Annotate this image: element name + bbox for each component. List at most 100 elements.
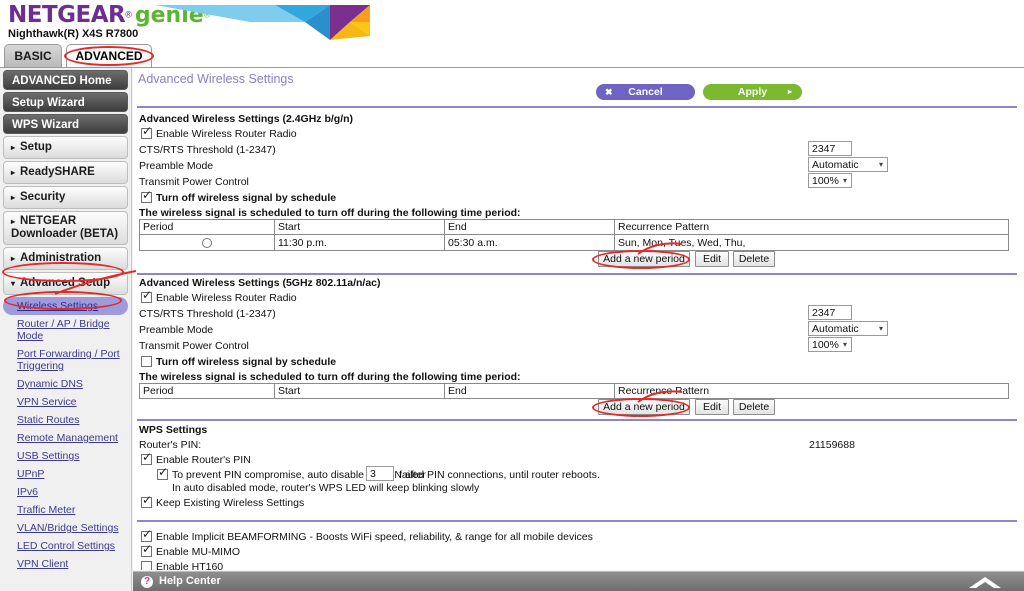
band24-period-radio[interactable] (202, 238, 212, 248)
chevron-right-icon: ▸ (11, 168, 16, 177)
wps-enable-pin-checkbox[interactable] (141, 451, 152, 465)
help-question-icon: ? (141, 576, 153, 588)
band5-power-select[interactable]: 100% ▾ (808, 337, 852, 352)
band5-add-period-button[interactable]: Add a new period (598, 399, 690, 415)
enable-mu-mimo-label: Enable MU-MIMO (156, 546, 241, 558)
band5-schedule-note: The wireless signal is scheduled to turn… (139, 371, 521, 383)
sidebar-group-administration-label: Administration (20, 252, 102, 264)
enable-mu-mimo-checkbox[interactable] (141, 543, 152, 557)
band5-preamble-select[interactable]: Automatic ▾ (808, 321, 888, 336)
col-recurrence: Recurrence Pattern (614, 383, 1009, 399)
band24-schedule-toggle-label: Turn off wireless signal by schedule (156, 192, 337, 204)
band5-cts-rts-label: CTS/RTS Threshold (1-2347) (139, 308, 276, 320)
band24-power-label: Transmit Power Control (139, 176, 249, 188)
band5-schedule-toggle-checkbox[interactable] (141, 356, 152, 367)
tab-basic[interactable]: BASIC (4, 44, 62, 67)
col-start: Start (274, 219, 445, 235)
band5-schedule-toggle-label: Turn off wireless signal by schedule (156, 356, 337, 368)
col-start: Start (274, 383, 445, 399)
band24-add-period-button[interactable]: Add a new period (598, 251, 690, 267)
band24-enable-radio-label: Enable Wireless Router Radio (156, 128, 297, 140)
band5-schedule-table: Period Start End Recurrence Pattern (139, 383, 1009, 399)
sidebar-item-remote-management[interactable]: Remote Management (3, 429, 128, 447)
tab-advanced[interactable]: ADVANCED (66, 44, 152, 67)
chevron-down-icon: ▾ (878, 160, 883, 169)
sidebar-item-vpn-service[interactable]: VPN Service (3, 393, 128, 411)
sidebar-item-led-control-settings[interactable]: LED Control Settings (3, 537, 128, 555)
divider-top (137, 106, 1017, 108)
table-header-row: Period Start End Recurrence Pattern (139, 383, 1009, 399)
chevron-right-icon: ▸ (787, 87, 792, 96)
wps-heading: WPS Settings (139, 424, 208, 436)
band5-enable-radio-label: Enable Wireless Router Radio (156, 292, 297, 304)
sidebar-group-administration[interactable]: ▸ Administration (3, 247, 128, 270)
sidebar-item-usb-settings[interactable]: USB Settings (3, 447, 128, 465)
band5-enable-radio-checkbox[interactable] (141, 289, 152, 303)
sidebar-nav: ADVANCED Home Setup Wizard WPS Wizard ▸ S… (0, 68, 132, 591)
main-content: Advanced Wireless Settings ✖ Cancel Appl… (133, 68, 1024, 570)
apply-button[interactable]: Apply ▸ (703, 84, 802, 100)
sidebar-item-port-forwarding[interactable]: Port Forwarding / Port Triggering (3, 345, 128, 375)
wps-enable-pin-label: Enable Router's PIN (156, 454, 251, 466)
enable-ht160-label: Enable HT160 (156, 561, 224, 570)
band5-delete-button[interactable]: Delete (733, 399, 775, 415)
chevron-down-icon: ▾ (11, 279, 16, 288)
sidebar-item-vlan-bridge-settings[interactable]: VLAN/Bridge Settings (3, 519, 128, 537)
wps-keep-settings-checkbox[interactable] (141, 494, 152, 508)
sidebar-item-setup-wizard[interactable]: Setup Wizard (3, 92, 128, 112)
band24-power-select[interactable]: 100% ▾ (808, 173, 852, 188)
sidebar-item-dynamic-dns[interactable]: Dynamic DNS (3, 375, 128, 393)
band5-power-value: 100% (812, 339, 839, 351)
sidebar-item-wps-wizard[interactable]: WPS Wizard (3, 114, 128, 134)
chevron-right-icon: ▸ (11, 143, 16, 152)
sidebar-item-router-ap-bridge-mode[interactable]: Router / AP / Bridge Mode (3, 315, 128, 345)
band24-delete-button[interactable]: Delete (733, 251, 775, 267)
col-recurrence: Recurrence Pattern (614, 219, 1009, 235)
sidebar-group-netgear-downloader-label: NETGEAR Downloader (BETA) (11, 215, 119, 240)
band24-row-period-cell[interactable] (139, 234, 275, 251)
help-center-bar[interactable]: ? Help Center (133, 571, 1024, 591)
cancel-button[interactable]: ✖ Cancel (596, 84, 695, 100)
wps-auto-disable-text-after: failed PIN connections, until router reb… (399, 469, 600, 481)
band24-schedule-table: Period Start End Recurrence Pattern 11:3… (139, 219, 1009, 251)
router-model-label: Nighthawk(R) X4S R7800 (8, 28, 139, 40)
enable-beamforming-label: Enable Implicit BEAMFORMING - Boosts WiF… (156, 531, 593, 543)
band24-cts-rts-input[interactable]: 2347 (808, 141, 852, 156)
enable-beamforming-checkbox[interactable] (141, 528, 152, 542)
band5-preamble-label: Preamble Mode (139, 324, 214, 336)
table-row[interactable]: 11:30 p.m. 05:30 a.m. Sun, Mon, Tues, We… (139, 234, 1009, 251)
cancel-button-label: Cancel (628, 86, 663, 98)
band24-schedule-toggle-checkbox[interactable] (141, 189, 152, 203)
sidebar-group-readyshare[interactable]: ▸ ReadySHARE (3, 161, 128, 184)
sidebar-item-static-routes[interactable]: Static Routes (3, 411, 128, 429)
sidebar-group-setup[interactable]: ▸ Setup (3, 136, 128, 159)
col-end: End (444, 383, 615, 399)
wps-keep-settings-label: Keep Existing Wireless Settings (156, 497, 305, 509)
band5-edit-button[interactable]: Edit (695, 399, 729, 415)
sidebar-group-netgear-downloader[interactable]: ▸ NETGEAR Downloader (BETA) (3, 211, 128, 245)
band24-cts-rts-label: CTS/RTS Threshold (1-2347) (139, 144, 276, 156)
sidebar-item-ipv6[interactable]: IPv6 (3, 483, 128, 501)
wps-auto-disable-count-input[interactable]: 3 (366, 466, 394, 481)
sidebar-group-advanced-setup-label: Advanced Setup (20, 277, 111, 289)
enable-ht160-checkbox[interactable] (141, 561, 152, 570)
wps-auto-disable-checkbox[interactable] (157, 466, 168, 480)
band24-enable-radio-checkbox[interactable] (141, 125, 152, 139)
collapse-chevron-icon[interactable] (968, 576, 1002, 589)
sidebar-item-vpn-client[interactable]: VPN Client (3, 555, 128, 573)
band5-cts-rts-input[interactable]: 2347 (808, 305, 852, 320)
band24-preamble-select[interactable]: Automatic ▾ (808, 157, 888, 172)
band24-row-recurrence: Sun, Mon, Tues, Wed, Thu, (614, 234, 1009, 251)
main-tab-bar: BASIC ADVANCED (0, 44, 1024, 68)
sidebar-group-advanced-setup[interactable]: ▾ Advanced Setup (3, 272, 128, 295)
band24-edit-button[interactable]: Edit (695, 251, 729, 267)
sidebar-item-advanced-home[interactable]: ADVANCED Home (3, 70, 128, 90)
col-period: Period (139, 219, 275, 235)
sidebar-item-wireless-settings[interactable]: Wireless Settings (3, 297, 128, 315)
band5-heading: Advanced Wireless Settings (5GHz 802.11a… (139, 277, 381, 289)
help-center-label: Help Center (159, 575, 221, 587)
sidebar-item-upnp[interactable]: UPnP (3, 465, 128, 483)
table-header-row: Period Start End Recurrence Pattern (139, 219, 1009, 235)
sidebar-group-security[interactable]: ▸ Security (3, 186, 128, 209)
sidebar-item-traffic-meter[interactable]: Traffic Meter (3, 501, 128, 519)
